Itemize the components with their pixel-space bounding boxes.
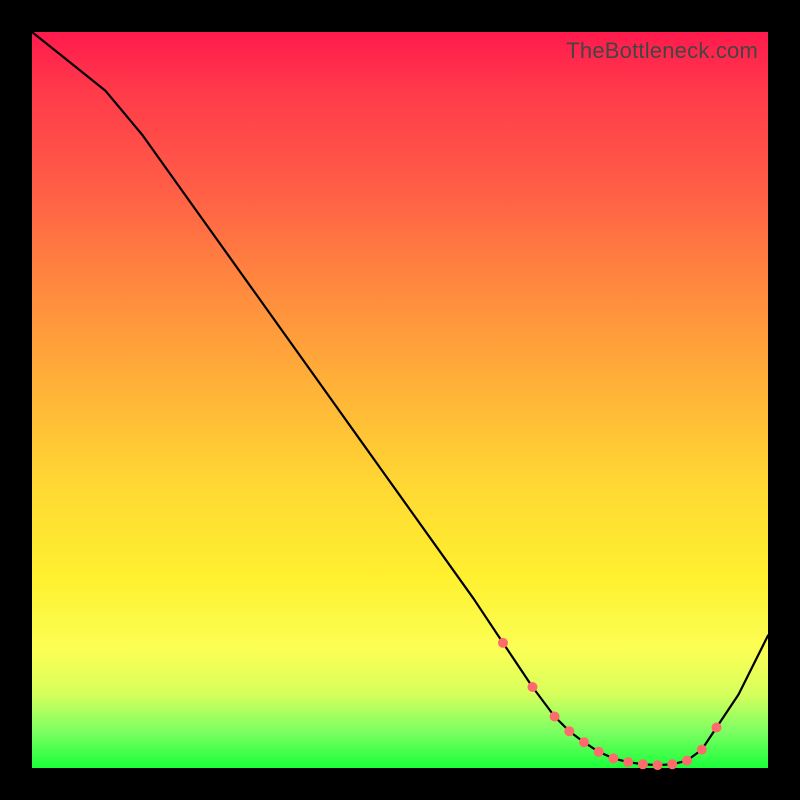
highlight-dot [579, 737, 589, 747]
highlight-dot [638, 759, 648, 769]
highlight-dots [498, 638, 722, 770]
highlight-dot [667, 759, 677, 769]
bottleneck-curve [32, 32, 768, 765]
curve-svg [32, 32, 768, 768]
highlight-dot [623, 757, 633, 767]
plot-area: TheBottleneck.com [32, 32, 768, 768]
highlight-dot [682, 756, 692, 766]
highlight-dot [608, 753, 618, 763]
highlight-dot [712, 723, 722, 733]
highlight-dot [528, 682, 538, 692]
highlight-dot [550, 712, 560, 722]
highlight-dot [697, 745, 707, 755]
highlight-dot [594, 747, 604, 757]
highlight-dot [498, 638, 508, 648]
highlight-dot [653, 760, 663, 770]
highlight-dot [564, 726, 574, 736]
chart-frame: TheBottleneck.com [0, 0, 800, 800]
